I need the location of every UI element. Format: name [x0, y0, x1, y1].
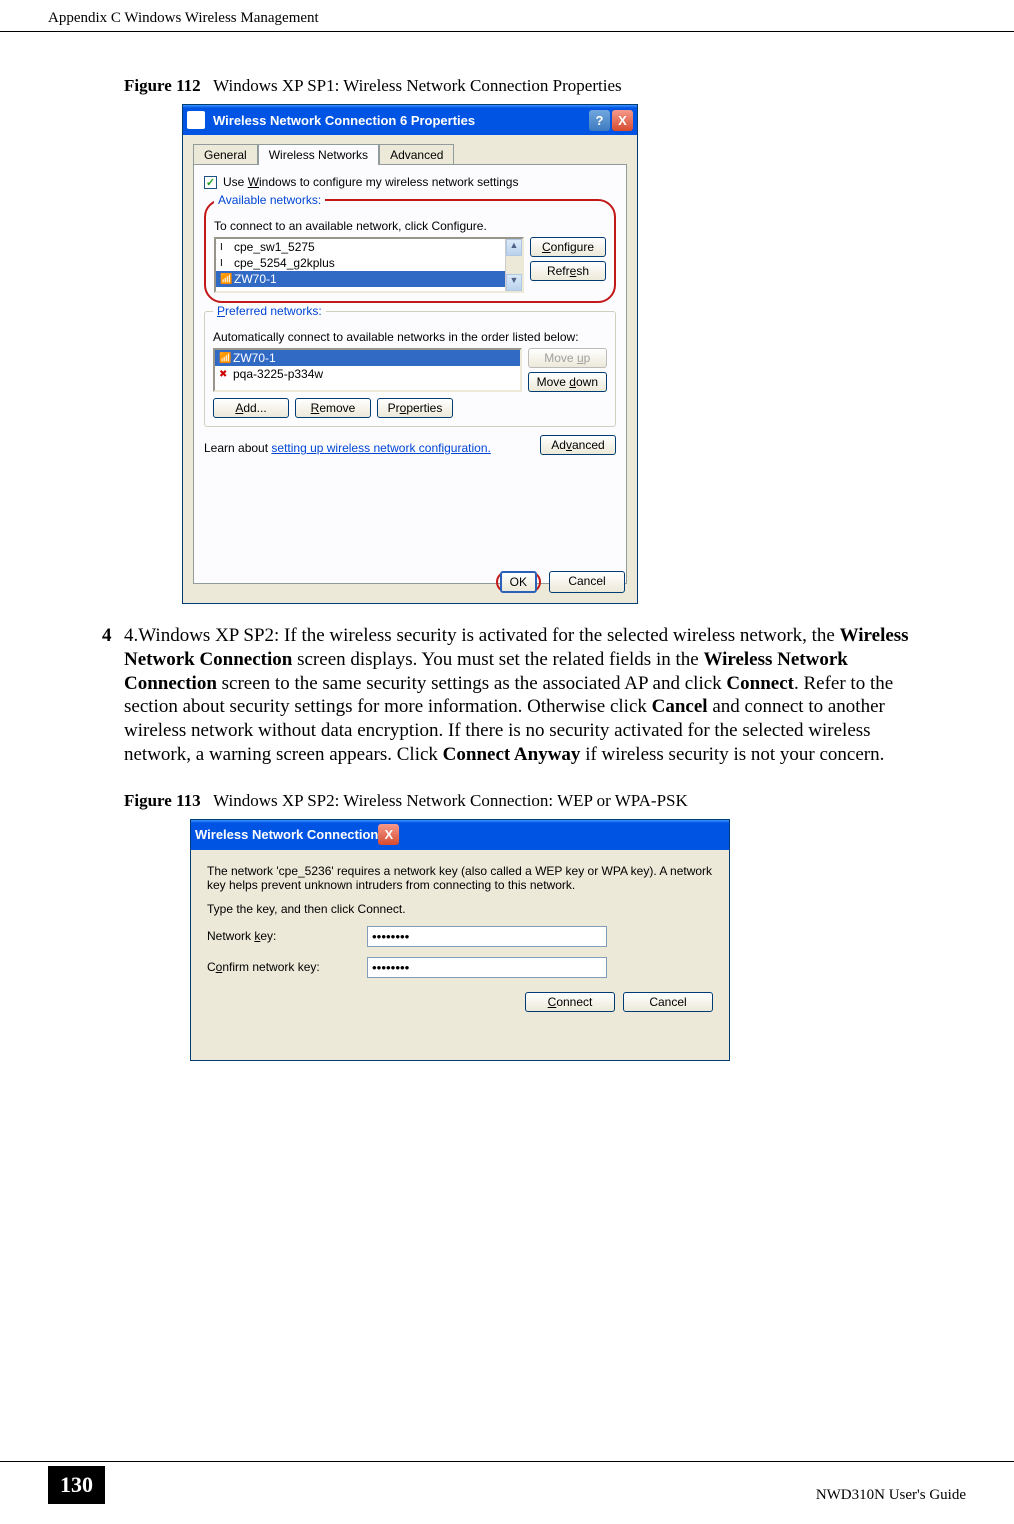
step-4-paragraph: 44.Windows XP SP2: If the wireless secur…: [124, 624, 924, 767]
help-icon[interactable]: ?: [589, 110, 610, 131]
ok-button[interactable]: OK: [500, 571, 537, 593]
list-item[interactable]: ✖pqa-3225-p334w: [215, 366, 520, 382]
figure-112-label: Figure 112: [124, 76, 201, 95]
titlebar: Wireless Network Connection 6 Properties…: [183, 105, 637, 135]
tab-wireless-networks[interactable]: Wireless Networks: [258, 144, 379, 165]
dialog-buttons: OK Cancel: [496, 571, 625, 593]
title-buttons: ? X: [589, 110, 633, 131]
dialog-buttons: Connect Cancel: [207, 992, 713, 1012]
page-header: Appendix C Windows Wireless Management: [0, 0, 1014, 32]
preferred-title: Preferred networks:: [213, 304, 326, 318]
use-windows-checkbox-row: ✓ Use Windows to configure my wireless n…: [204, 175, 616, 189]
scrollbar[interactable]: ▲ ▼: [505, 239, 522, 291]
learn-row: Learn about setting up wireless network …: [204, 435, 616, 455]
move-down-button[interactable]: Move down: [528, 372, 607, 392]
screenshot-connection-dialog: Wireless Network Connection X The networ…: [190, 819, 730, 1061]
learn-text: Learn about setting up wireless network …: [204, 441, 491, 455]
available-title: Available networks:: [214, 193, 325, 207]
available-list[interactable]: Icpe_sw1_5275 Icpe_5254_g2kplus 📶ZW70-1 …: [214, 237, 524, 293]
confirm-key-input[interactable]: [367, 957, 607, 978]
page-number: 130: [48, 1466, 105, 1504]
refresh-button[interactable]: Refresh: [530, 261, 606, 281]
list-item[interactable]: 📶ZW70-1: [216, 271, 522, 287]
network-icon: 📶: [220, 274, 230, 285]
step-number: 4: [102, 624, 124, 648]
setup-link[interactable]: setting up wireless network configuratio…: [271, 441, 490, 455]
confirm-key-label: Confirm network key:: [207, 960, 367, 974]
available-desc: To connect to an available network, clic…: [214, 219, 606, 233]
figure-112-caption: Figure 112 Windows XP SP1: Wireless Netw…: [124, 76, 924, 96]
connect-button[interactable]: Connect: [525, 992, 615, 1012]
header-left: Appendix C Windows Wireless Management: [48, 10, 319, 27]
list-item[interactable]: Icpe_sw1_5275: [216, 239, 522, 255]
window-title: Wireless Network Connection: [195, 827, 378, 842]
add-button[interactable]: Add...: [213, 398, 289, 418]
scroll-up-icon[interactable]: ▲: [506, 239, 522, 256]
available-listbox-row: Icpe_sw1_5275 Icpe_5254_g2kplus 📶ZW70-1 …: [214, 237, 606, 293]
scroll-down-icon[interactable]: ▼: [506, 274, 522, 291]
tab-advanced[interactable]: Advanced: [379, 144, 454, 165]
list-item[interactable]: Icpe_5254_g2kplus: [216, 255, 522, 271]
close-icon[interactable]: X: [612, 110, 633, 131]
figure-113-label: Figure 113: [124, 791, 201, 810]
network-icon: 📶: [219, 353, 229, 364]
dialog-desc-1: The network 'cpe_5236' requires a networ…: [207, 864, 713, 892]
network-key-input[interactable]: [367, 926, 607, 947]
cancel-button[interactable]: Cancel: [623, 992, 713, 1012]
move-up-button: Move up: [528, 348, 607, 368]
advanced-button[interactable]: Advanced: [540, 435, 616, 455]
dialog-body: The network 'cpe_5236' requires a networ…: [191, 850, 729, 1026]
window-icon: [187, 111, 205, 129]
confirm-key-row: Confirm network key:: [207, 957, 713, 978]
content-area: Figure 112 Windows XP SP1: Wireless Netw…: [0, 32, 1014, 1061]
page-footer: 130 NWD310N User's Guide: [0, 1461, 1014, 1504]
network-key-label: Network key:: [207, 929, 367, 943]
checkbox-icon[interactable]: ✓: [204, 176, 217, 189]
network-icon: I: [220, 242, 230, 253]
close-icon[interactable]: X: [378, 824, 399, 845]
preferred-list[interactable]: 📶ZW70-1 ✖pqa-3225-p334w: [213, 348, 522, 392]
window-title: Wireless Network Connection 6 Properties: [211, 113, 589, 128]
checkbox-label: Use Windows to configure my wireless net…: [223, 175, 518, 189]
dialog-desc-2: Type the key, and then click Connect.: [207, 902, 713, 916]
preferred-side-buttons: Move up Move down: [528, 348, 607, 392]
list-item[interactable]: 📶ZW70-1: [215, 350, 520, 366]
preferred-desc: Automatically connect to available netwo…: [213, 330, 607, 344]
preferred-networks-group: Preferred networks: Automatically connec…: [204, 311, 616, 427]
remove-button[interactable]: Remove: [295, 398, 371, 418]
guide-name: NWD310N User's Guide: [816, 1487, 966, 1504]
ok-highlight: OK: [496, 571, 541, 593]
figure-113-title: Windows XP SP2: Wireless Network Connect…: [213, 791, 688, 810]
figure-112-title: Windows XP SP1: Wireless Network Connect…: [213, 76, 622, 95]
cancel-button[interactable]: Cancel: [549, 571, 625, 593]
titlebar: Wireless Network Connection X: [191, 820, 729, 850]
properties-button[interactable]: Properties: [377, 398, 453, 418]
preferred-button-row: Add... Remove Properties: [213, 398, 607, 418]
tabs: General Wireless Networks Advanced: [183, 135, 637, 164]
network-key-row: Network key:: [207, 926, 713, 947]
tab-panel: ✓ Use Windows to configure my wireless n…: [193, 164, 627, 584]
preferred-listbox-row: 📶ZW70-1 ✖pqa-3225-p334w Move up Move dow…: [213, 348, 607, 392]
network-icon: I: [220, 258, 230, 269]
configure-button[interactable]: Configure: [530, 237, 606, 257]
figure-113-caption: Figure 113 Windows XP SP2: Wireless Netw…: [124, 791, 924, 811]
network-broken-icon: ✖: [219, 369, 229, 380]
available-networks-group: Available networks: To connect to an ava…: [204, 199, 616, 303]
screenshot-properties-dialog: Wireless Network Connection 6 Properties…: [182, 104, 638, 604]
available-side-buttons: Configure Refresh: [530, 237, 606, 293]
tab-general[interactable]: General: [193, 144, 258, 165]
